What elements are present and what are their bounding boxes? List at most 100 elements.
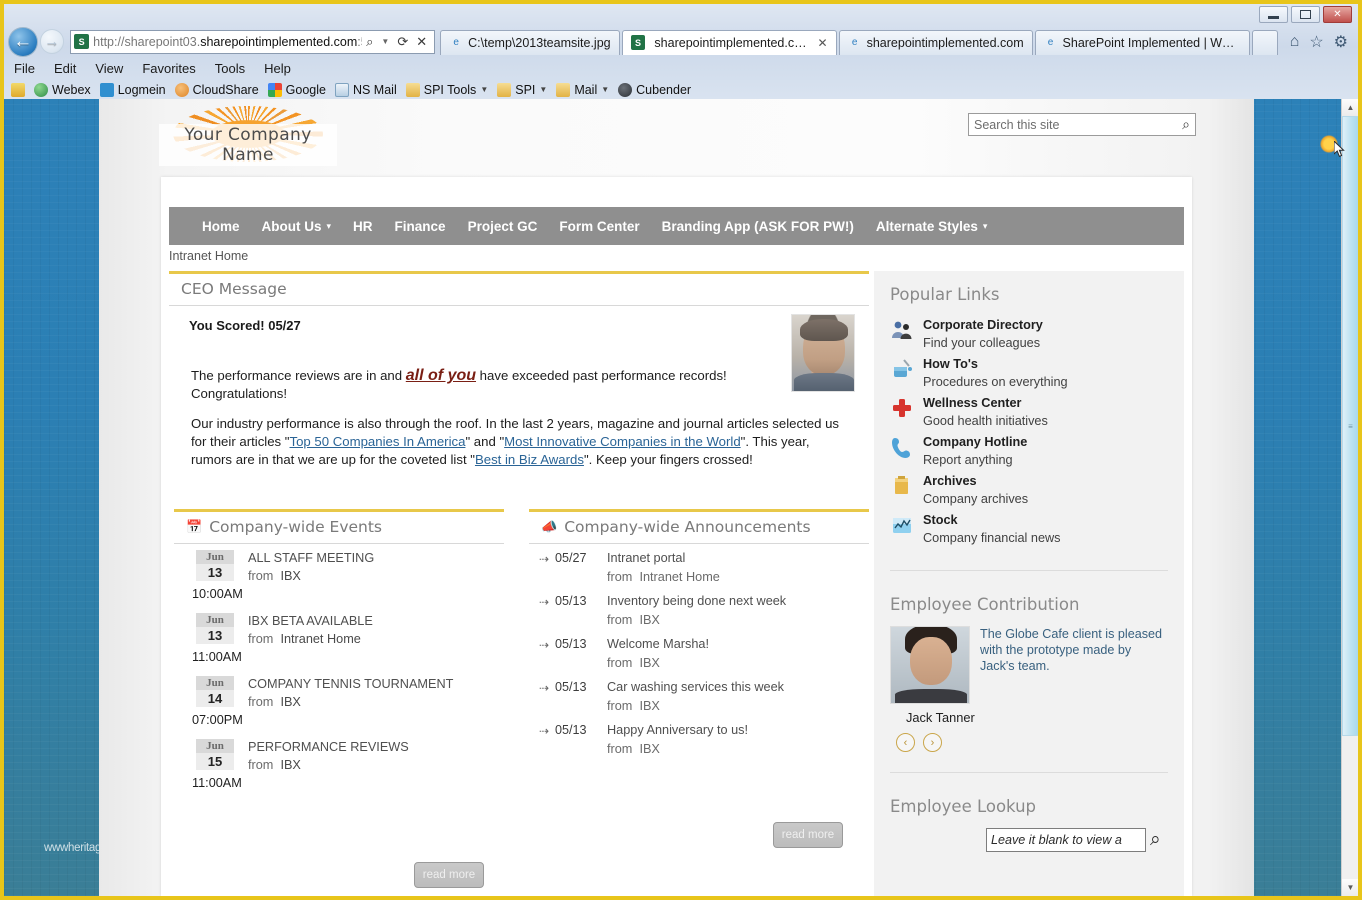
- menu-view[interactable]: View: [95, 61, 123, 76]
- address-bar[interactable]: S http://sharepoint03.sharepointimplemen…: [70, 29, 436, 54]
- employee-lookup-input[interactable]: Leave it blank to view a: [986, 828, 1146, 852]
- chevron-down-icon[interactable]: ▼: [539, 85, 547, 94]
- list-item[interactable]: ⇢ 05/13 Welcome Marsha! from IBX: [533, 636, 865, 670]
- ceo-hair: [800, 319, 848, 341]
- ceo-link-best-in-biz[interactable]: Best in Biz Awards: [475, 452, 584, 467]
- refresh-icon[interactable]: ⟳: [397, 34, 408, 50]
- nav-item-alternate-styles[interactable]: Alternate Styles ▾: [865, 219, 999, 234]
- favorite-ns-mail[interactable]: NS Mail: [334, 82, 397, 97]
- announcement-from-value: IBX: [639, 613, 660, 627]
- paint-bucket-icon: [890, 357, 914, 381]
- event-title[interactable]: COMPANY TENNIS TOURNAMENT: [248, 677, 453, 691]
- event-time: 10:00AM: [192, 587, 243, 601]
- close-button[interactable]: ✕: [1323, 6, 1352, 23]
- announcement-title[interactable]: Welcome Marsha!: [607, 636, 802, 653]
- event-title[interactable]: ALL STAFF MEETING: [248, 551, 374, 565]
- favorite-logmein[interactable]: Logmein: [99, 82, 166, 97]
- page-content: CEO Message You Scored! 05/27 The perfor…: [169, 271, 1184, 896]
- employee-contribution-section: Employee Contribution The Globe Cafe cli…: [874, 581, 1184, 762]
- vertical-scrollbar[interactable]: ▲ ≡ ▼: [1341, 99, 1358, 896]
- employee-lookup-row: Leave it blank to view a ⌕: [986, 828, 1168, 852]
- favorite-webex[interactable]: Webex: [34, 82, 91, 97]
- menu-edit[interactable]: Edit: [54, 61, 76, 76]
- chart-icon: [890, 513, 914, 537]
- announcement-title[interactable]: Happy Anniversary to us!: [607, 722, 802, 739]
- tools-gear-icon[interactable]: ⚙: [1334, 32, 1348, 52]
- list-item[interactable]: Jun 13 IBX BETA AVAILABLE from Intranet …: [178, 613, 500, 664]
- nav-item-project-gc[interactable]: Project GC: [457, 219, 549, 234]
- event-title[interactable]: IBX BETA AVAILABLE: [248, 614, 373, 628]
- popular-link-wellness-center[interactable]: Wellness Center Good health initiatives: [890, 394, 1168, 430]
- tab-close-icon[interactable]: ✕: [818, 36, 828, 50]
- menu-tools[interactable]: Tools: [215, 61, 245, 76]
- back-button[interactable]: ←: [8, 26, 38, 57]
- chevron-down-icon[interactable]: ▼: [480, 85, 488, 94]
- announcement-title[interactable]: Car washing services this week: [607, 679, 802, 696]
- minimize-button[interactable]: [1259, 6, 1288, 23]
- announcement-from-label: from: [607, 613, 633, 627]
- ceo-link-top-50[interactable]: Top 50 Companies In America: [290, 434, 466, 449]
- list-item[interactable]: Jun 14 COMPANY TENNIS TOURNAMENT from IB…: [178, 676, 500, 727]
- announcement-title[interactable]: Inventory being done next week: [607, 593, 802, 610]
- nav-item-form-center[interactable]: Form Center: [548, 219, 650, 234]
- scroll-down-button[interactable]: ▼: [1342, 879, 1358, 896]
- favorite-cloudshare[interactable]: CloudShare: [174, 82, 259, 97]
- chevron-down-icon[interactable]: ▼: [381, 37, 389, 46]
- favorite-cubender[interactable]: Cubender: [618, 82, 691, 97]
- chevron-down-icon[interactable]: ▼: [601, 85, 609, 94]
- browser-tab-3[interactable]: e SharePoint Implemented | Wel...: [1034, 29, 1250, 55]
- list-item[interactable]: Jun 15 PERFORMANCE REVIEWS from IBX 11:0…: [178, 739, 500, 790]
- list-item[interactable]: ⇢ 05/13 Happy Anniversary to us! from IB…: [533, 722, 865, 756]
- address-search-icon[interactable]: ⌕: [366, 34, 373, 50]
- announcement-title[interactable]: Intranet portal: [607, 550, 802, 567]
- carousel-next-button[interactable]: ›: [923, 733, 942, 752]
- favorite-spi-tools[interactable]: SPI Tools ▼: [405, 82, 488, 97]
- list-item[interactable]: ⇢ 05/27 Intranet portal from Intranet Ho…: [533, 550, 865, 584]
- new-tab-button[interactable]: [1251, 29, 1278, 55]
- event-month: Jun: [196, 739, 234, 753]
- search-icon[interactable]: ⌕: [1150, 829, 1161, 851]
- site-search-input[interactable]: Search this site: [974, 118, 1182, 132]
- event-title[interactable]: PERFORMANCE REVIEWS: [248, 740, 409, 754]
- breadcrumb[interactable]: Intranet Home: [169, 249, 248, 263]
- list-item[interactable]: ⇢ 05/13 Inventory being done next week f…: [533, 593, 865, 627]
- list-item[interactable]: ⇢ 05/13 Car washing services this week f…: [533, 679, 865, 713]
- events-read-more-button[interactable]: read more: [414, 862, 484, 888]
- nav-item-hr[interactable]: HR: [342, 219, 384, 234]
- favorite-add[interactable]: [11, 82, 25, 97]
- popular-link-company-hotline[interactable]: Company Hotline Report anything: [890, 433, 1168, 469]
- restore-button[interactable]: [1291, 6, 1320, 23]
- favorite-google[interactable]: Google: [267, 82, 326, 97]
- nav-item-about-us[interactable]: About Us ▾: [251, 219, 343, 234]
- nav-item-finance[interactable]: Finance: [384, 219, 457, 234]
- nav-item-home[interactable]: Home: [191, 219, 251, 234]
- popular-link-how-tos[interactable]: How To's Procedures on everything: [890, 355, 1168, 391]
- popular-link-stock[interactable]: Stock Company financial news: [890, 511, 1168, 547]
- home-icon[interactable]: ⌂: [1290, 33, 1300, 51]
- site-search-box[interactable]: Search this site ⌕: [968, 113, 1196, 136]
- browser-tab-2[interactable]: e sharepointimplemented.com: [838, 29, 1033, 55]
- favorite-mail[interactable]: Mail ▼: [556, 82, 609, 97]
- list-item[interactable]: Jun 13 ALL STAFF MEETING from IBX 10:00A…: [178, 550, 500, 601]
- site-logo[interactable]: Your Company Name: [159, 106, 337, 166]
- favorite-spi[interactable]: SPI ▼: [497, 82, 547, 97]
- scroll-up-button[interactable]: ▲: [1342, 99, 1358, 116]
- search-icon[interactable]: ⌕: [1182, 116, 1190, 133]
- chevron-down-icon: ▾: [326, 220, 332, 231]
- ceo-link-most-innovative[interactable]: Most Innovative Companies in the World: [504, 434, 741, 449]
- menu-help[interactable]: Help: [264, 61, 291, 76]
- favorites-star-icon[interactable]: ☆: [1309, 32, 1323, 52]
- browser-tab-0[interactable]: e C:\temp\2013teamsite.jpg: [440, 29, 620, 55]
- menu-favorites[interactable]: Favorites: [142, 61, 195, 76]
- browser-tab-1[interactable]: S sharepointimplemented.com ✕: [621, 29, 837, 55]
- stop-icon[interactable]: ✕: [416, 34, 427, 50]
- menu-file[interactable]: File: [14, 61, 35, 76]
- scrollbar-thumb[interactable]: ≡: [1342, 116, 1358, 736]
- nav-item-branding-app[interactable]: Branding App (ASK FOR PW!): [651, 219, 865, 234]
- popular-link-corporate-directory[interactable]: Corporate Directory Find your colleagues: [890, 316, 1168, 352]
- announcements-read-more-button[interactable]: read more: [773, 822, 843, 848]
- carousel-prev-button[interactable]: ‹: [896, 733, 915, 752]
- forward-button[interactable]: →: [39, 29, 65, 54]
- announcement-from-label: from: [607, 570, 633, 584]
- popular-link-archives[interactable]: Archives Company archives: [890, 472, 1168, 508]
